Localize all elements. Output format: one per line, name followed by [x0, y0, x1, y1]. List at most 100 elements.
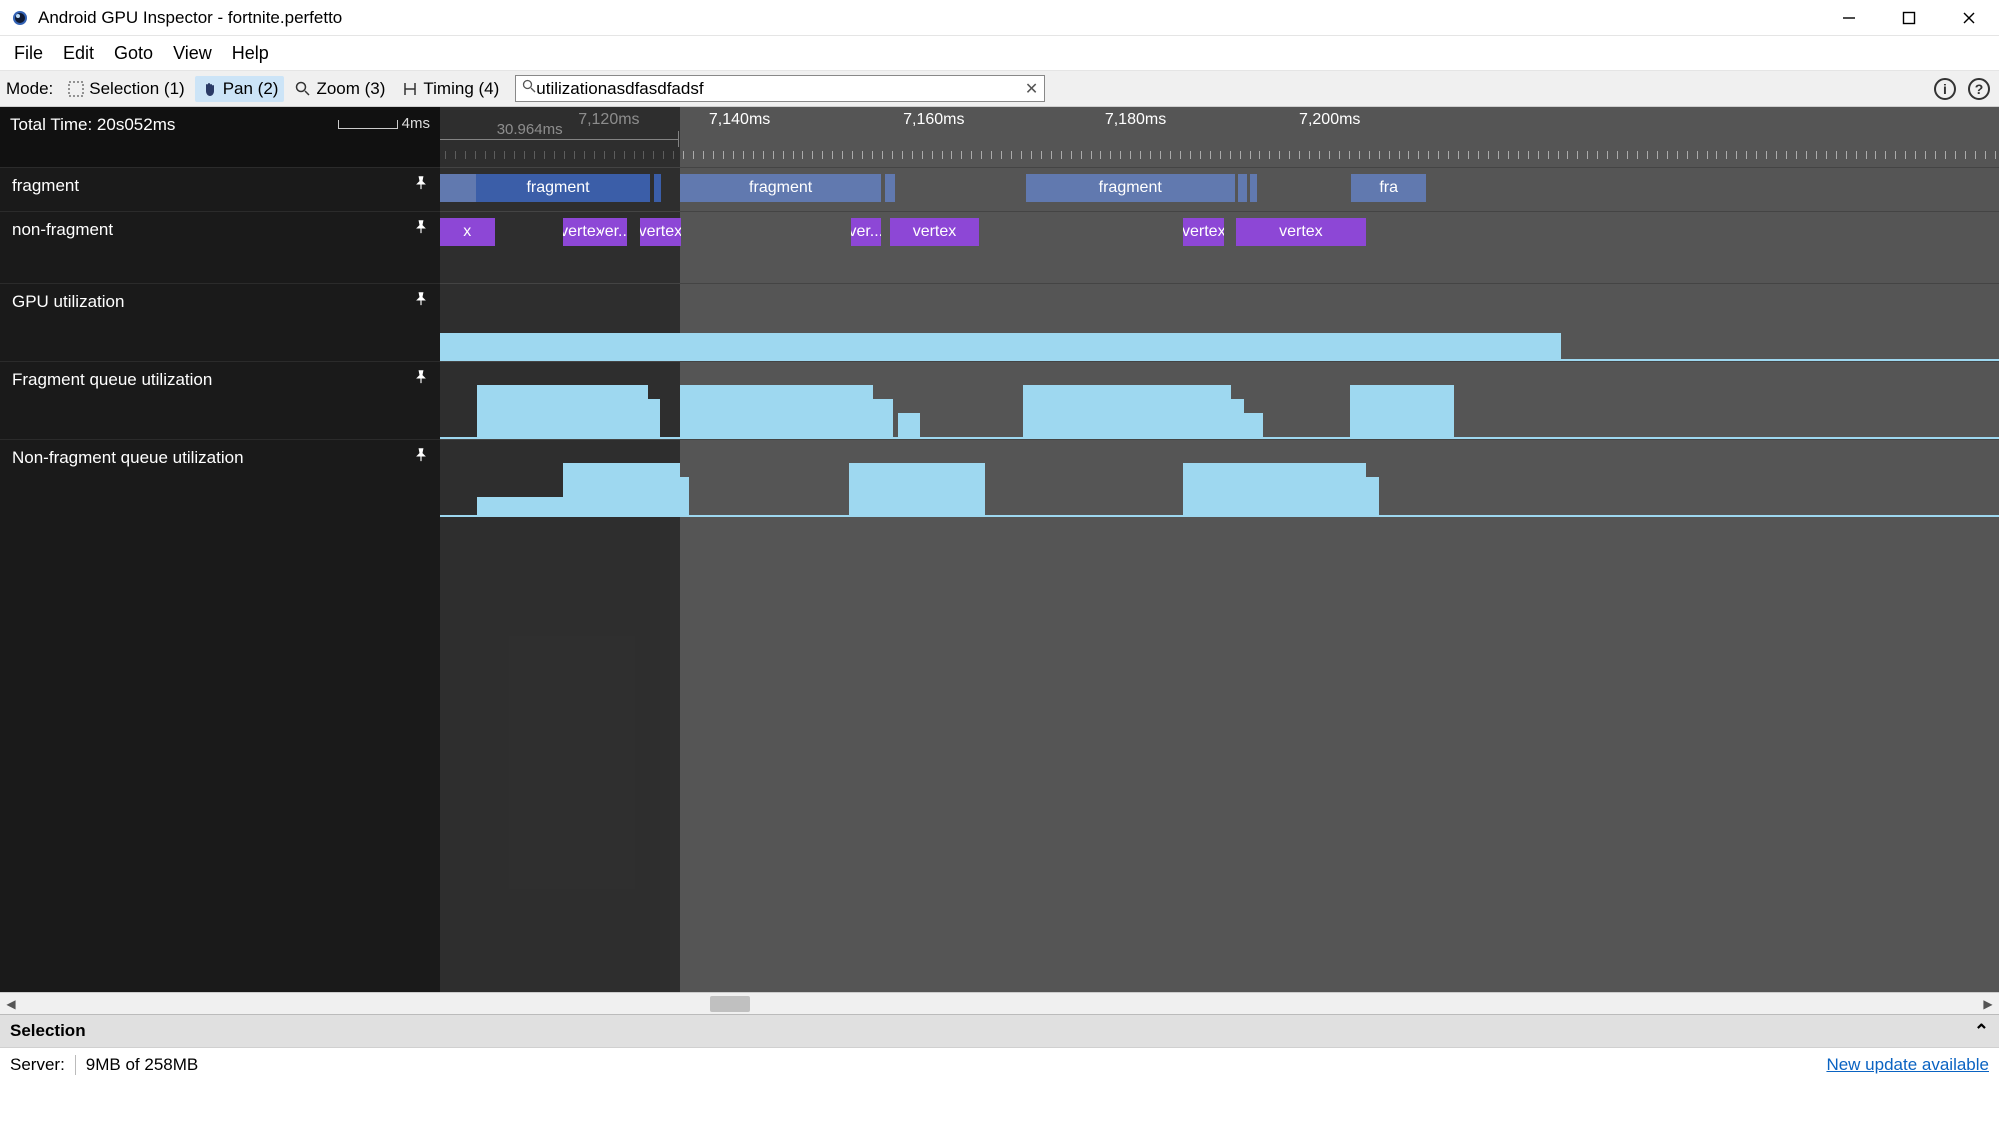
- trace-slice[interactable]: [1238, 174, 1248, 202]
- selection-overlay: [440, 517, 680, 992]
- clear-search-icon[interactable]: ✕: [1021, 79, 1038, 99]
- pin-icon[interactable]: [414, 292, 428, 311]
- tick-label: 7,140ms: [709, 111, 770, 129]
- track-label: Non-fragment queue utilization: [12, 448, 244, 468]
- menu-bar: File Edit Goto View Help: [0, 36, 1999, 71]
- search-box[interactable]: ✕: [515, 75, 1045, 102]
- pin-icon[interactable]: [414, 370, 428, 389]
- trace-slice[interactable]: [1250, 174, 1257, 202]
- trace-slice[interactable]: vertex: [1236, 218, 1367, 246]
- trace-slice[interactable]: vertex: [563, 218, 600, 246]
- mode-pan[interactable]: Pan (2): [195, 76, 285, 102]
- track-gpu-utilization[interactable]: GPU utilization: [0, 283, 1999, 361]
- menu-help[interactable]: Help: [222, 37, 279, 70]
- window-title: Android GPU Inspector - fortnite.perfett…: [38, 8, 342, 28]
- mode-selection[interactable]: Selection (1): [61, 76, 190, 102]
- minimize-button[interactable]: [1819, 0, 1879, 36]
- timing-icon: [401, 80, 419, 98]
- window-controls: [1819, 0, 1999, 36]
- counter-bar[interactable]: [873, 399, 892, 439]
- help-icon: ?: [1968, 78, 1990, 100]
- counter-bar[interactable]: [1366, 477, 1379, 517]
- menu-edit[interactable]: Edit: [53, 37, 104, 70]
- timeline[interactable]: Total Time: 20s052ms 4ms 7,120ms7,140ms7…: [0, 107, 1999, 992]
- trace-slice[interactable]: fra: [1351, 174, 1426, 202]
- zoom-icon: [294, 80, 312, 98]
- counter-bar[interactable]: [477, 497, 563, 517]
- menu-file[interactable]: File: [4, 37, 53, 70]
- trace-slice[interactable]: vertex: [890, 218, 980, 246]
- selection-panel-title: Selection: [10, 1021, 86, 1041]
- trace-slice[interactable]: fragment: [1026, 174, 1235, 202]
- counter-bar[interactable]: [1244, 413, 1263, 439]
- tick-label: 7,200ms: [1299, 111, 1360, 129]
- trace-slice[interactable]: [627, 218, 640, 246]
- menu-view[interactable]: View: [163, 37, 222, 70]
- counter-bar[interactable]: [898, 413, 920, 439]
- tick-label: 7,160ms: [903, 111, 964, 129]
- pin-icon[interactable]: [414, 448, 428, 467]
- search-icon: [522, 79, 536, 98]
- track-non-fragment-queue-utilization[interactable]: Non-fragment queue utilization: [0, 439, 1999, 517]
- trace-slice[interactable]: [440, 174, 476, 202]
- selection-duration: 30.964ms: [497, 121, 563, 138]
- track-label: non-fragment: [12, 220, 113, 240]
- trace-slice[interactable]: [654, 174, 661, 202]
- counter-bar[interactable]: [563, 463, 680, 517]
- search-input[interactable]: [536, 79, 1021, 99]
- status-bar: Server: 9MB of 258MB New update availabl…: [0, 1047, 1999, 1081]
- counter-bar[interactable]: [1231, 399, 1244, 439]
- scroll-left-arrow[interactable]: ◀: [0, 997, 22, 1011]
- scroll-thumb[interactable]: [710, 996, 750, 1012]
- info-button[interactable]: i: [1931, 75, 1959, 103]
- total-time: Total Time: 20s052ms: [10, 115, 175, 135]
- counter-bar[interactable]: [680, 385, 873, 439]
- toolbar: Mode: Selection (1) Pan (2) Zoom (3) Tim…: [0, 71, 1999, 107]
- mode-timing[interactable]: Timing (4): [395, 76, 505, 102]
- info-icon: i: [1934, 78, 1956, 100]
- mode-zoom[interactable]: Zoom (3): [288, 76, 391, 102]
- track-label: Fragment queue utilization: [12, 370, 212, 390]
- trace-slice[interactable]: vertex: [640, 218, 680, 246]
- track-fragment[interactable]: fragment fragmentfragmentfragmentfra: [0, 167, 1999, 211]
- trace-slice[interactable]: [885, 174, 895, 202]
- scroll-right-arrow[interactable]: ▶: [1977, 997, 1999, 1011]
- track-non-fragment[interactable]: non-fragment xvertexver...vertexver...ve…: [0, 211, 1999, 283]
- trace-slice[interactable]: vertex: [1183, 218, 1224, 246]
- tick-label: 7,180ms: [1105, 111, 1166, 129]
- timeline-ruler[interactable]: Total Time: 20s052ms 4ms 7,120ms7,140ms7…: [0, 107, 1999, 167]
- update-link[interactable]: New update available: [1826, 1055, 1989, 1075]
- zoom-scale: 4ms: [338, 115, 430, 132]
- mode-timing-label: Timing (4): [423, 79, 499, 99]
- pin-icon[interactable]: [414, 220, 428, 239]
- counter-bar[interactable]: [849, 463, 984, 517]
- horizontal-scrollbar[interactable]: ◀ ▶: [0, 992, 1999, 1014]
- selection-icon: [67, 80, 85, 98]
- trace-slice[interactable]: fragment: [476, 174, 640, 202]
- counter-bar[interactable]: [680, 477, 690, 517]
- trace-slice[interactable]: ver...: [851, 218, 881, 246]
- counter-bar[interactable]: [477, 385, 647, 439]
- selection-panel-header[interactable]: Selection ⌃: [0, 1014, 1999, 1047]
- counter-bar[interactable]: [648, 399, 661, 439]
- counter-bar[interactable]: [1350, 385, 1455, 439]
- chevron-up-icon[interactable]: ⌃: [1974, 1021, 1989, 1042]
- maximize-button[interactable]: [1879, 0, 1939, 36]
- trace-slice[interactable]: ver...: [601, 218, 626, 246]
- mode-zoom-label: Zoom (3): [316, 79, 385, 99]
- trace-slice[interactable]: [640, 174, 650, 202]
- counter-bar[interactable]: [1023, 385, 1231, 439]
- app-icon: [12, 10, 28, 26]
- counter-bar[interactable]: [440, 333, 1561, 361]
- trace-slice[interactable]: fragment: [680, 174, 882, 202]
- menu-goto[interactable]: Goto: [104, 37, 163, 70]
- trace-slice[interactable]: x: [440, 218, 495, 246]
- pin-icon[interactable]: [414, 176, 428, 195]
- help-button[interactable]: ?: [1965, 75, 1993, 103]
- zoom-scale-label: 4ms: [402, 115, 430, 132]
- mode-selection-label: Selection (1): [89, 79, 184, 99]
- close-button[interactable]: [1939, 0, 1999, 36]
- track-fragment-queue-utilization[interactable]: Fragment queue utilization: [0, 361, 1999, 439]
- counter-bar[interactable]: [1183, 463, 1366, 517]
- selection-bracket: 30.964ms: [440, 125, 679, 153]
